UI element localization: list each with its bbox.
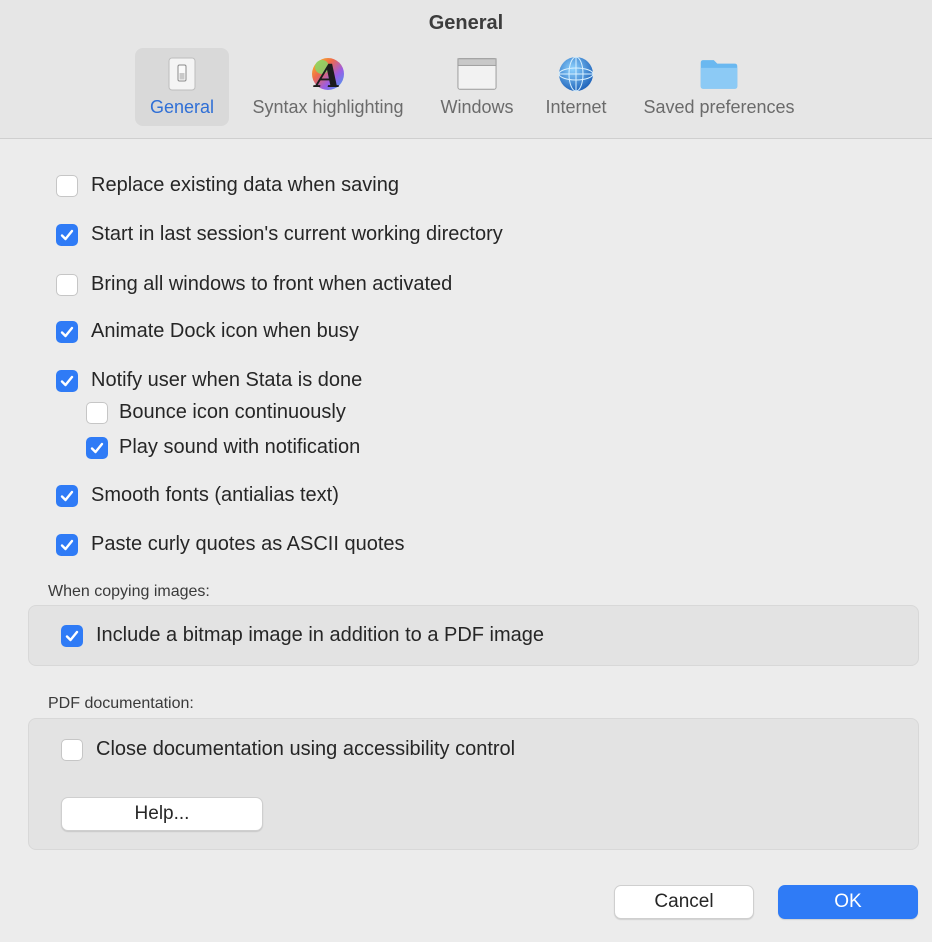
cancel-button[interactable]: Cancel xyxy=(614,885,754,919)
general-pane: Replace existing data when saving Start … xyxy=(0,139,932,942)
switch-icon xyxy=(162,54,202,94)
option-play-sound[interactable]: Play sound with notification xyxy=(86,436,360,459)
copying-images-section-label: When copying images: xyxy=(48,583,210,600)
color-font-icon: A xyxy=(308,54,348,94)
tab-saved-preferences[interactable]: Saved preferences xyxy=(628,48,810,126)
option-smooth-fonts[interactable]: Smooth fonts (antialias text) xyxy=(56,484,339,507)
help-button[interactable]: Help... xyxy=(61,797,263,831)
tab-general[interactable]: General xyxy=(135,48,229,126)
window-icon xyxy=(457,54,497,94)
bring-windows-front-checkbox[interactable] xyxy=(56,273,78,296)
pdf-documentation-group: Close documentation using accessibility … xyxy=(28,718,919,850)
bounce-icon-label: Bounce icon continuously xyxy=(119,401,346,423)
globe-icon xyxy=(556,54,596,94)
option-bring-windows-front[interactable]: Bring all windows to front when activate… xyxy=(56,273,452,296)
preference-tabs: General A Syntax highlighting Windows In… xyxy=(0,48,932,128)
copying-images-group: Include a bitmap image in addition to a … xyxy=(28,605,919,666)
replace-existing-checkbox[interactable] xyxy=(56,174,78,197)
option-include-bitmap[interactable]: Include a bitmap image in addition to a … xyxy=(61,624,544,647)
option-notify-user[interactable]: Notify user when Stata is done xyxy=(56,369,362,392)
bring-windows-front-label: Bring all windows to front when activate… xyxy=(91,273,453,295)
paste-curly-label: Paste curly quotes as ASCII quotes xyxy=(91,533,405,555)
bounce-icon-checkbox[interactable] xyxy=(86,401,108,424)
start-last-session-label: Start in last session's current working … xyxy=(91,223,503,245)
include-bitmap-label: Include a bitmap image in addition to a … xyxy=(96,624,545,646)
tab-windows-label: Windows xyxy=(440,97,514,117)
option-animate-dock[interactable]: Animate Dock icon when busy xyxy=(56,320,359,343)
option-start-last-session[interactable]: Start in last session's current working … xyxy=(56,223,503,246)
animate-dock-checkbox[interactable] xyxy=(56,320,78,343)
option-bounce-icon[interactable]: Bounce icon continuously xyxy=(86,401,346,424)
window-title: General xyxy=(428,12,504,34)
close-docs-label: Close documentation using accessibility … xyxy=(96,738,516,760)
tab-syntax-highlighting[interactable]: A Syntax highlighting xyxy=(236,48,420,126)
paste-curly-checkbox[interactable] xyxy=(56,533,78,556)
toolbar: General General A Syntax highlighting Wi… xyxy=(0,0,932,139)
folder-icon xyxy=(699,54,739,94)
pdf-documentation-section-label: PDF documentation: xyxy=(48,695,194,712)
include-bitmap-checkbox[interactable] xyxy=(61,624,83,647)
tab-general-label: General xyxy=(149,97,215,117)
notify-user-checkbox[interactable] xyxy=(56,369,78,392)
replace-existing-label: Replace existing data when saving xyxy=(91,174,399,196)
tab-windows[interactable]: Windows xyxy=(430,48,524,126)
preferences-window: General General A Syntax highlighting Wi… xyxy=(0,0,932,942)
option-paste-curly[interactable]: Paste curly quotes as ASCII quotes xyxy=(56,533,405,556)
smooth-fonts-checkbox[interactable] xyxy=(56,484,78,507)
tab-syntax-label: Syntax highlighting xyxy=(252,97,404,117)
notify-user-label: Notify user when Stata is done xyxy=(91,369,363,391)
close-docs-checkbox[interactable] xyxy=(61,738,83,761)
play-sound-label: Play sound with notification xyxy=(119,436,361,458)
ok-button[interactable]: OK xyxy=(778,885,918,919)
svg-text:A: A xyxy=(313,57,341,94)
animate-dock-label: Animate Dock icon when busy xyxy=(91,320,359,342)
play-sound-checkbox[interactable] xyxy=(86,436,108,459)
smooth-fonts-label: Smooth fonts (antialias text) xyxy=(91,484,339,506)
tab-saved-preferences-label: Saved preferences xyxy=(643,97,795,117)
tab-internet[interactable]: Internet xyxy=(534,48,618,126)
start-last-session-checkbox[interactable] xyxy=(56,223,78,246)
option-replace-existing[interactable]: Replace existing data when saving xyxy=(56,174,399,197)
option-close-docs[interactable]: Close documentation using accessibility … xyxy=(61,738,515,761)
tab-internet-label: Internet xyxy=(545,97,607,117)
